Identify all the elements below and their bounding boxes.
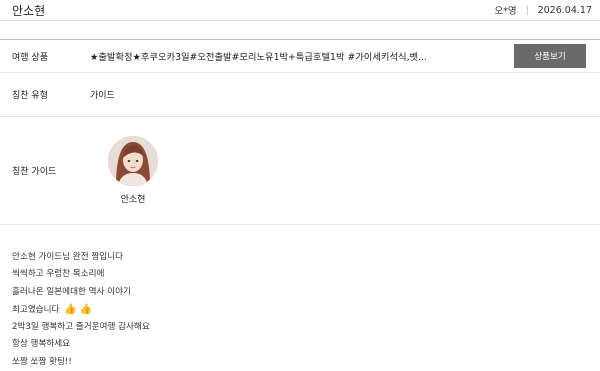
meta-divider — [526, 5, 528, 15]
guide-avatar-image — [108, 136, 158, 186]
product-label: 여행 상품 — [12, 52, 48, 63]
praise-type-row: 칭찬 유형 가이드 — [0, 73, 600, 117]
review-line: 2박3일 행복하고 즐거운여행 감사해요 — [12, 322, 150, 333]
review-line: 쏘짱 쏘짱 홧팅!! — [12, 356, 72, 367]
praise-type-label: 칭찬 유형 — [12, 91, 48, 101]
review-line: 항상 행복하세요 — [12, 339, 71, 350]
review-line: 흘러나온 일본에대한 역사 이야기 — [12, 286, 131, 297]
page-title: 안소현 — [12, 3, 46, 18]
thumbs-up-icon: 👍 👍 — [64, 303, 93, 315]
product-name: ★출발확정★후쿠오카3일#오전출발#모리노유1박+특급호텔1박 #가이세키석식,… — [90, 52, 427, 63]
review-line: 씩씩하고 우렁찬 목소리에 — [12, 269, 105, 280]
review-line: 안소현 가이드님 완전 짱입니다 — [12, 252, 123, 262]
praise-type-value: 가이드 — [90, 91, 115, 101]
review-date: 2026.04.17 — [537, 4, 592, 16]
review-line-with-emoji: 최고였습니다 👍 👍 — [12, 301, 600, 319]
review-header: 안소현 오*영 2026.04.17 — [0, 0, 600, 21]
review-body: 안소현 가이드님 완전 짱입니다 씩씩하고 우렁찬 목소리에 흘러나온 일본에대… — [0, 225, 600, 371]
view-product-button[interactable]: 상품보기 — [514, 44, 586, 68]
guide-profile[interactable]: 안소현 — [108, 136, 158, 205]
praise-guide-label: 칭찬 가이드 — [12, 167, 57, 177]
product-row: 여행 상품 ★출발확정★후쿠오카3일#오전출발#모리노유1박+특급호텔1박 #가… — [0, 39, 600, 73]
guide-name: 안소현 — [120, 195, 146, 205]
praise-guide-row: 칭찬 가이드 안소현 — [0, 117, 600, 225]
guide-avatar — [108, 136, 158, 186]
review-author: 오*영 — [494, 6, 517, 17]
review-line: 최고였습니다 — [12, 304, 60, 315]
review-meta: 오*영 2026.04.17 — [494, 3, 592, 18]
